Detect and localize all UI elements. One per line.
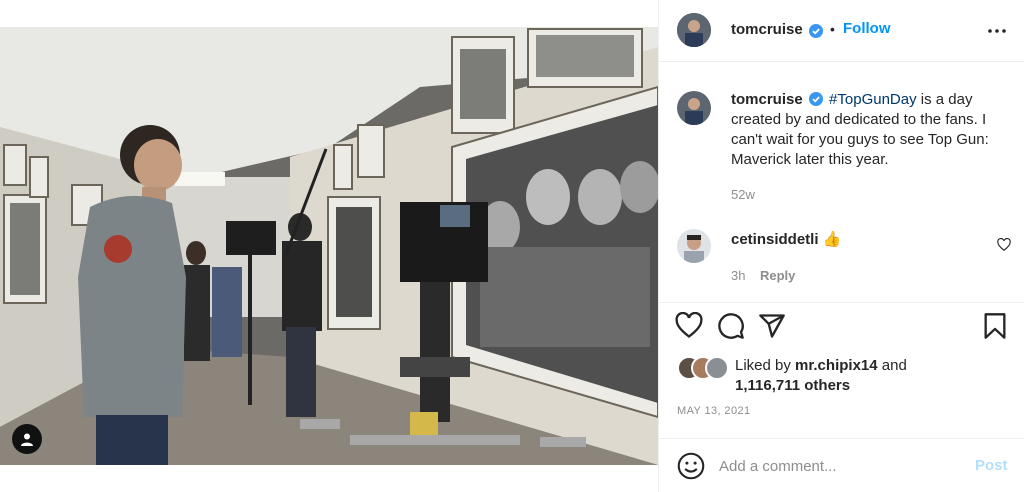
commenter-avatar[interactable] [677,229,711,263]
more-options-icon[interactable] [985,19,1009,43]
commenter-username[interactable]: cetinsiddetli [731,231,819,248]
post-photo[interactable] [0,27,658,465]
separator-dot: • [830,21,835,37]
caption: tomcruise #TopGunDay is a day created by… [731,90,1011,170]
likes-summary: Liked by mr.chipix14 and 1,116,711 other… [735,356,907,396]
heart-icon[interactable] [675,312,703,340]
verified-badge-icon [809,24,823,38]
emoji-icon[interactable] [677,452,705,480]
user-tag-icon [21,433,33,446]
liker-avatars [677,356,733,380]
instagram-post: tomcruise • Follow tomcruise #TopGunDay … [0,0,1024,492]
verified-badge-icon [808,92,823,106]
share-icon[interactable] [758,312,786,340]
post-date: MAY 13, 2021 [677,405,751,417]
caption-username[interactable]: tomcruise [731,91,803,108]
comment-icon[interactable] [717,312,745,340]
bookmark-icon[interactable] [981,312,1009,340]
post-header: tomcruise • Follow [659,0,1024,62]
comment: cetinsiddetli 👍 [731,230,841,248]
likes-others[interactable]: 1,116,711 others [735,377,850,394]
post-comment-button[interactable]: Post [975,457,1008,474]
add-comment-bar: Post [659,438,1024,492]
comment-like-icon[interactable] [997,238,1011,252]
liker-username[interactable]: mr.chipix14 [795,357,878,374]
user-tag-button[interactable] [12,424,42,454]
likes-prefix: Liked by [735,357,796,374]
comment-input[interactable] [719,455,959,477]
comment-age: 3h [731,268,746,283]
caption-avatar[interactable] [677,91,711,125]
caption-hashtag[interactable]: #TopGunDay [829,91,917,108]
follow-button[interactable]: Follow [843,20,891,37]
media-area [0,0,658,492]
reply-button[interactable]: Reply [760,268,795,283]
comment-body: 👍 [822,231,842,248]
liker-avatar[interactable] [705,356,729,380]
caption-age: 52w [731,187,755,202]
author-username[interactable]: tomcruise [731,21,803,38]
likes-joiner: and [877,357,907,374]
post-side-panel: tomcruise • Follow tomcruise #TopGunDay … [658,0,1024,492]
author-avatar[interactable] [677,13,711,47]
